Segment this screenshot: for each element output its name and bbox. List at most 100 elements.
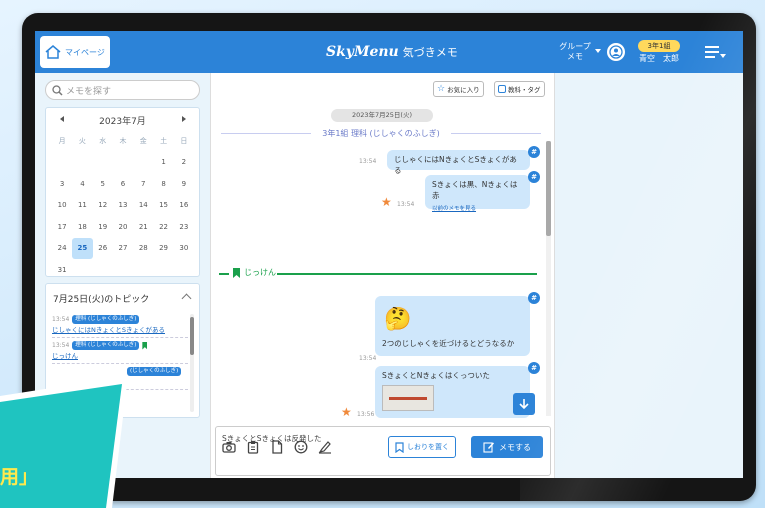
calendar-day[interactable]: 30 (174, 238, 194, 260)
star-icon[interactable]: ★ (381, 196, 392, 208)
star-icon[interactable]: ★ (341, 406, 352, 418)
app-screen: マイページ SkyMenu 気づきメモ グループ メモ 3年1組 青空 太郎 メ… (35, 31, 743, 478)
search-input[interactable]: メモを探す (45, 80, 200, 100)
calendar-day[interactable]: 27 (113, 238, 133, 260)
star-outline-icon: ☆ (437, 84, 446, 94)
calendar-day[interactable]: 5 (93, 173, 113, 195)
calendar-day[interactable]: 11 (72, 195, 92, 217)
bookmark-button[interactable]: しおりを置く (388, 436, 456, 458)
hashtag-icon[interactable]: # (528, 362, 540, 374)
home-icon (45, 45, 61, 59)
emoji-icon[interactable] (294, 440, 308, 454)
clipboard-icon[interactable] (246, 440, 260, 454)
scroll-thumb[interactable] (546, 141, 551, 236)
scroll-down-button[interactable] (513, 393, 535, 415)
calendar-day[interactable]: 20 (113, 216, 133, 238)
calendar-day[interactable]: 15 (153, 195, 173, 217)
mypage-button[interactable]: マイページ (40, 36, 110, 68)
hashtag-icon[interactable]: # (528, 146, 540, 158)
calendar-day[interactable]: 23 (174, 216, 194, 238)
calendar-day[interactable]: 10 (52, 195, 72, 217)
hashtag-icon[interactable]: # (528, 171, 540, 183)
group-memo-label: グループ (559, 42, 591, 51)
topic-item[interactable]: 13:54 理科 (じしゃくのふしぎ) じしゃくにはNきょくとSきょくがある (52, 314, 188, 338)
group-memo-dropdown[interactable]: グループ メモ (553, 42, 601, 62)
calendar-empty (72, 152, 92, 174)
mypage-label: マイページ (65, 47, 105, 57)
calendar-day[interactable]: 13 (113, 195, 133, 217)
previous-memo-link[interactable]: 以前のメモを見る (432, 204, 523, 212)
chat-scrollbar[interactable] (546, 141, 551, 416)
handwriting-icon[interactable] (318, 440, 332, 454)
favorites-button[interactable]: ☆ お気に入り (433, 81, 484, 97)
calendar-weekday: 土 (160, 136, 168, 145)
chevron-up-icon[interactable] (181, 293, 192, 304)
calendar-day[interactable]: 17 (52, 216, 72, 238)
calendar-day[interactable]: 24 (52, 238, 72, 260)
scroll-thumb[interactable] (190, 317, 194, 355)
calendar-day[interactable]: 4 (72, 173, 92, 195)
calendar-day[interactable]: 16 (174, 195, 194, 217)
topic-link[interactable]: じしゃくにはNきょくとSきょくがある (52, 325, 188, 336)
calendar-day[interactable]: 9 (174, 173, 194, 195)
calendar-day[interactable]: 8 (153, 173, 173, 195)
user-info: 3年1組 青空 太郎 (629, 40, 689, 64)
calendar-day[interactable]: 31 (52, 259, 72, 281)
topic-scrollbar[interactable] (190, 314, 194, 412)
magnet-image (389, 397, 427, 400)
topic-subject-badge: (じしゃくのふしぎ) (127, 367, 182, 376)
calendar-day[interactable]: 28 (133, 238, 153, 260)
calendar-weekday: 水 (99, 136, 107, 145)
calendar-day[interactable]: 18 (72, 216, 92, 238)
camera-icon[interactable] (222, 440, 236, 454)
memo-submit-button[interactable]: メモする (471, 436, 543, 458)
app-title: 気づきメモ (402, 46, 458, 59)
memo-submit-label: メモする (499, 442, 531, 452)
calendar-month: 2023年7月 (99, 117, 146, 127)
menu-icon[interactable] (703, 44, 727, 60)
calendar-day[interactable]: 1 (153, 152, 173, 174)
message-bubble[interactable]: 🤔 2つのじしゃくを近づけるとどうなるか (375, 296, 530, 356)
photo-thumbnail[interactable] (382, 385, 434, 411)
divider-line (221, 133, 311, 134)
message-time: 13:54 (397, 201, 415, 208)
subject-tag-label: 教科・タグ (508, 86, 541, 94)
topic-item[interactable]: (じしゃくのふしぎ) (52, 366, 188, 390)
promo-banner-text: 用」 (0, 466, 39, 488)
user-avatar[interactable] (607, 43, 625, 61)
calendar-next-icon[interactable] (182, 116, 186, 122)
hashtag-icon[interactable]: # (528, 292, 540, 304)
class-badge: 3年1組 (637, 40, 681, 52)
topic-item[interactable]: 13:54 理科 (じしゃくのふしぎ) じっけん (52, 340, 188, 364)
calendar-day[interactable]: 2 (174, 152, 194, 174)
calendar-day[interactable]: 3 (52, 173, 72, 195)
calendar-day[interactable]: 19 (93, 216, 113, 238)
calendar: 2023年7月 月火水木金土日 1 2 3 4 5 6 7 8 9 10 11 12 13 14 15 16 17… (45, 107, 200, 277)
calendar-day[interactable]: 29 (153, 238, 173, 260)
topic-link[interactable]: じっけん (52, 351, 188, 362)
calendar-weekday: 木 (119, 136, 127, 145)
calendar-day[interactable]: 22 (153, 216, 173, 238)
subject-tag-button[interactable]: 教科・タグ (494, 81, 545, 97)
calendar-day[interactable]: 26 (93, 238, 113, 260)
search-icon (52, 84, 63, 96)
topic-panel-title: 7月25日(火)のトピック (53, 295, 150, 305)
calendar-day[interactable]: 12 (93, 195, 113, 217)
calendar-day[interactable]: 25 (72, 237, 93, 259)
calendar-day[interactable]: 14 (133, 195, 153, 217)
search-placeholder: メモを探す (66, 86, 112, 97)
message-bubble[interactable]: じしゃくにはNきょくとSきょくがある (387, 150, 530, 175)
calendar-grid: 月火水木金土日 1 2 3 4 5 6 7 8 9 10 11 12 13 14 15 16 17 18 19 20 21… (52, 130, 194, 281)
calendar-day[interactable]: 21 (133, 216, 153, 238)
divider-line (219, 273, 229, 275)
calendar-day[interactable]: 6 (113, 173, 133, 195)
message-bubble[interactable]: Sきょくは黒、Nきょくは赤 以前のメモを見る (425, 175, 530, 212)
file-icon[interactable] (270, 440, 284, 454)
calendar-day[interactable]: 7 (133, 173, 153, 195)
message-bubble[interactable]: SきょくとNきょくはくっついた (375, 366, 530, 418)
message-time: 13:56 (357, 411, 375, 418)
message-text: SきょくとNきょくはくっついた (382, 371, 490, 380)
topic-list: 13:54 理科 (じしゃくのふしぎ) じしゃくにはNきょくとSきょくがある 1… (52, 314, 188, 392)
topic-subject-badge: 理科 (じしゃくのふしぎ) (72, 341, 140, 350)
class-topic-divider: 3年1組 理科 (じしゃくのふしぎ) (221, 128, 541, 139)
